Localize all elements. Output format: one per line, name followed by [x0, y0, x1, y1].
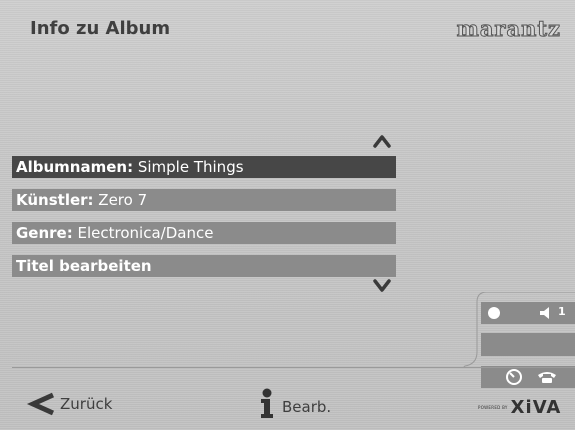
phone-icon[interactable]: [537, 370, 557, 384]
volume-level: 1: [558, 305, 566, 318]
page-title: Info zu Album: [30, 18, 171, 39]
list-item-value: Electronica/Dance: [72, 224, 214, 242]
speaker-icon[interactable]: [539, 307, 555, 319]
back-arrow-icon: [26, 392, 55, 416]
list-item-value: Zero 7: [93, 191, 148, 209]
screen: Info zu Album marantz Albumnamen: Simple…: [0, 0, 575, 430]
list-item-key: Künstler: [16, 191, 88, 209]
footer-divider: [12, 367, 575, 368]
scroll-up-icon[interactable]: [372, 134, 392, 148]
list-item-value: Simple Things: [133, 158, 244, 176]
list-item-album-name[interactable]: Albumnamen: Simple Things: [12, 156, 396, 178]
list-item-genre[interactable]: Genre: Electronica/Dance: [12, 222, 396, 244]
info-icon: [261, 388, 273, 418]
list-item-key: Titel bearbeiten: [16, 257, 152, 275]
status-bar-icons: [481, 366, 575, 388]
edit-button[interactable]: Bearb.: [260, 388, 331, 418]
status-bar-playback: 1: [481, 302, 575, 324]
marantz-logo: marantz: [456, 16, 561, 42]
list-item-key: Albumnamen: [16, 158, 128, 176]
edit-button-label: Bearb.: [282, 398, 332, 416]
back-button[interactable]: Zurück: [26, 392, 112, 416]
list-item-key: Genre: [16, 224, 67, 242]
repeat-icon[interactable]: [505, 368, 523, 386]
list-item-edit-tracks[interactable]: Titel bearbeiten: [12, 255, 396, 277]
record-dot-icon: [488, 307, 500, 319]
powered-by-text: POWERED BY: [478, 405, 508, 410]
xiva-wordmark: XiVA: [510, 397, 562, 418]
xiva-logo: POWERED BY XiVA: [478, 397, 561, 418]
status-bar-empty: [481, 333, 575, 356]
back-button-label: Zurück: [60, 395, 113, 413]
list-item-artist[interactable]: Künstler: Zero 7: [12, 189, 396, 211]
scroll-down-icon[interactable]: [372, 279, 392, 293]
